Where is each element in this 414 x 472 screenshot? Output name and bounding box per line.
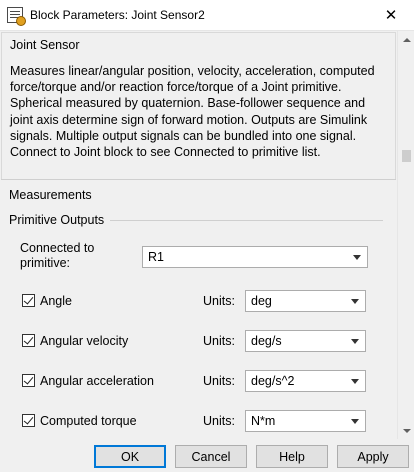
measurements-title: Measurements bbox=[9, 188, 92, 202]
vertical-scrollbar[interactable] bbox=[397, 31, 414, 439]
title-bar: Block Parameters: Joint Sensor2 ✕ bbox=[0, 0, 414, 31]
description-text: Measures linear/angular position, veloci… bbox=[10, 64, 375, 160]
angular-velocity-checkbox[interactable] bbox=[22, 334, 35, 347]
angular-velocity-units-label: Units: bbox=[203, 334, 235, 348]
description-title: Joint Sensor bbox=[10, 38, 80, 52]
angular-acceleration-units-value: deg/s^2 bbox=[251, 374, 295, 388]
angle-label: Angle bbox=[40, 294, 72, 308]
help-button[interactable]: Help bbox=[256, 445, 328, 468]
scroll-down-icon[interactable] bbox=[398, 422, 414, 439]
computed-torque-units-value: N*m bbox=[251, 414, 276, 428]
angular-acceleration-units-label: Units: bbox=[203, 374, 235, 388]
dropdown-arrow-icon bbox=[351, 339, 359, 344]
cancel-button[interactable]: Cancel bbox=[175, 445, 247, 468]
angle-units-label: Units: bbox=[203, 294, 235, 308]
computed-torque-checkbox[interactable] bbox=[22, 414, 35, 427]
scroll-thumb[interactable] bbox=[402, 150, 411, 162]
angular-acceleration-checkbox[interactable] bbox=[22, 374, 35, 387]
angular-acceleration-label: Angular acceleration bbox=[40, 374, 154, 388]
apply-button[interactable]: Apply bbox=[337, 445, 409, 468]
angular-velocity-label: Angular velocity bbox=[40, 334, 129, 348]
angle-checkbox[interactable] bbox=[22, 294, 35, 307]
primitive-outputs-divider bbox=[110, 220, 383, 221]
parameters-panel: Joint Sensor Measures linear/angular pos… bbox=[0, 31, 397, 439]
dropdown-arrow-icon bbox=[353, 255, 361, 260]
close-icon[interactable]: ✕ bbox=[368, 0, 414, 30]
computed-torque-units-label: Units: bbox=[203, 414, 235, 428]
computed-torque-label: Computed torque bbox=[40, 414, 137, 428]
connected-to-primitive-label: Connected to primitive: bbox=[20, 241, 95, 270]
block-parameters-icon bbox=[7, 7, 26, 26]
angular-acceleration-units-dropdown[interactable]: deg/s^2 bbox=[245, 370, 366, 392]
connected-primitive-dropdown[interactable]: R1 bbox=[142, 246, 368, 268]
angular-velocity-units-value: deg/s bbox=[251, 334, 282, 348]
scroll-up-icon[interactable] bbox=[398, 31, 414, 48]
ok-button[interactable]: OK bbox=[94, 445, 166, 468]
window-title: Block Parameters: Joint Sensor2 bbox=[30, 8, 205, 22]
primitive-outputs-title: Primitive Outputs bbox=[9, 213, 105, 227]
button-bar: OK Cancel Help Apply bbox=[0, 439, 414, 472]
measurements-divider bbox=[1, 179, 396, 180]
dropdown-arrow-icon bbox=[351, 379, 359, 384]
dropdown-arrow-icon bbox=[351, 299, 359, 304]
angle-units-dropdown[interactable]: deg bbox=[245, 290, 366, 312]
dropdown-arrow-icon bbox=[351, 419, 359, 424]
description-group: Joint Sensor Measures linear/angular pos… bbox=[1, 32, 396, 180]
angle-units-value: deg bbox=[251, 294, 272, 308]
angular-velocity-units-dropdown[interactable]: deg/s bbox=[245, 330, 366, 352]
computed-torque-units-dropdown[interactable]: N*m bbox=[245, 410, 366, 432]
connected-primitive-value: R1 bbox=[148, 250, 164, 264]
